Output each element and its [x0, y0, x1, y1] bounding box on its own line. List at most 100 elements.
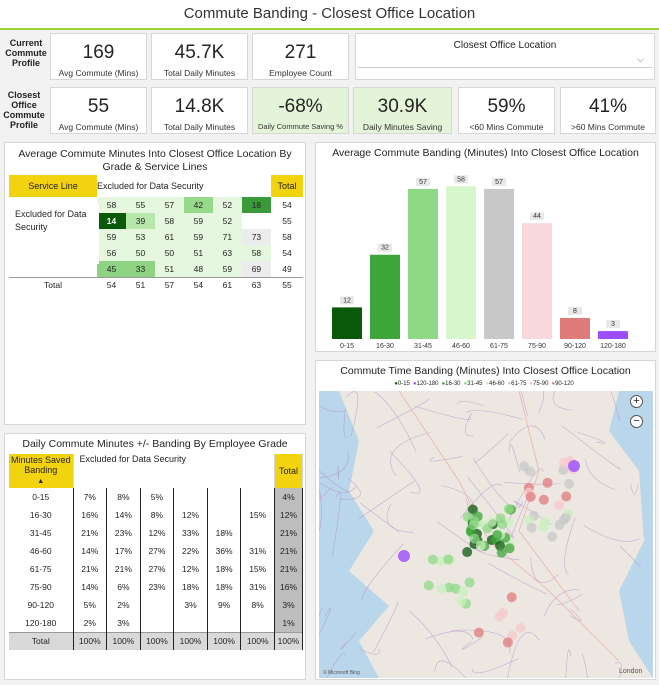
banding-cell: [240, 488, 275, 506]
map-point[interactable]: [506, 592, 517, 603]
card-value: 41%: [588, 96, 628, 117]
map-point[interactable]: [462, 547, 473, 558]
map-point[interactable]: [456, 596, 467, 607]
map-point[interactable]: [423, 580, 434, 591]
map-point[interactable]: [464, 577, 475, 588]
office-location-slicer[interactable]: Closest Office Location ⌵: [355, 33, 655, 80]
map-point[interactable]: [538, 522, 549, 533]
banding-cell: 33%: [173, 524, 208, 542]
legend-item[interactable]: ●46-60: [486, 381, 505, 387]
banding-cell: 12%: [140, 524, 175, 542]
map-point[interactable]: [560, 512, 571, 523]
map-point[interactable]: [525, 491, 536, 502]
bar-0-15[interactable]: [332, 307, 362, 339]
map-point[interactable]: [497, 608, 508, 619]
zoom-in-button[interactable]: +: [630, 395, 643, 408]
data-label: 58: [457, 176, 465, 183]
grade-cell: 42: [183, 197, 213, 213]
grade-row-total: 54: [282, 248, 292, 258]
banding-cell: 18%: [173, 578, 208, 596]
bar-46-60[interactable]: [446, 186, 476, 339]
band-label: 90-120: [9, 596, 74, 614]
map-point[interactable]: [427, 554, 438, 565]
map-point[interactable]: [502, 637, 513, 648]
map-point[interactable]: [473, 627, 484, 638]
col-header-total[interactable]: Total: [271, 175, 303, 197]
map-point[interactable]: [558, 457, 569, 468]
col-header-total[interactable]: Total: [274, 454, 303, 488]
map-point[interactable]: [475, 540, 486, 551]
band-label: 31-45: [9, 524, 74, 542]
banding-cell: 21%: [73, 560, 108, 578]
banding-cell: 31%: [240, 578, 275, 596]
map-point[interactable]: [542, 477, 553, 488]
legend-item[interactable]: ●0-15: [394, 381, 410, 387]
map-canvas[interactable]: London © Microsoft Bing + −: [319, 391, 653, 678]
banding-cell: 6%: [106, 578, 141, 596]
map-point[interactable]: [436, 583, 447, 594]
banding-cell: 14%: [106, 506, 141, 524]
bar-75-90[interactable]: [522, 223, 552, 339]
map-point[interactable]: [554, 499, 565, 510]
banding-row-total: 21%: [274, 542, 303, 560]
card-value: 55: [87, 96, 110, 117]
card-value: 45.7K: [174, 42, 225, 63]
banding-cell: 2%: [73, 614, 108, 632]
total-label: Total: [44, 280, 62, 291]
bar-31-45[interactable]: [408, 188, 438, 339]
legend-item[interactable]: ●16-30: [442, 381, 461, 387]
map-point[interactable]: [547, 531, 558, 542]
legend-item[interactable]: ●61-75: [507, 381, 526, 387]
legend-item[interactable]: ●75-90: [529, 381, 548, 387]
banding-row[interactable]: 46-60 14% 17% 27% 22% 36% 31% 21%: [9, 542, 303, 560]
grade-cell: 73: [241, 229, 271, 245]
banding-row[interactable]: 120-180 2% 3% 1%: [9, 614, 303, 632]
banding-row[interactable]: 31-45 21% 23% 12% 33% 18% 21%: [9, 524, 303, 542]
map-point[interactable]: [495, 513, 506, 524]
banding-cell: 15%: [240, 506, 275, 524]
bar-16-30[interactable]: [370, 254, 400, 339]
grade-cell: 57: [154, 197, 184, 213]
banding-table-panel: Daily Commute Minutes +/- Banding By Emp…: [4, 433, 306, 680]
grade-cell: 45: [97, 261, 126, 277]
slicer-title: Closest Office Location: [453, 40, 557, 51]
map-point[interactable]: [458, 586, 469, 597]
map-point[interactable]: [482, 523, 493, 534]
map-point[interactable]: [492, 530, 503, 541]
banding-total-cell: 100%: [173, 631, 208, 650]
banding-cell: [140, 614, 175, 632]
banding-row[interactable]: 90-120 5% 2% 3% 9% 8% 3%: [9, 596, 303, 614]
band-label: 120-180: [9, 614, 74, 632]
banding-row[interactable]: 0-15 7% 8% 5% 4%: [9, 488, 303, 506]
map-point[interactable]: [538, 494, 549, 505]
banding-row[interactable]: 75-90 14% 6% 23% 18% 18% 31% 16%: [9, 578, 303, 596]
legend-item[interactable]: ●90-120: [551, 381, 573, 387]
map-point[interactable]: [469, 516, 480, 527]
map-point[interactable]: [564, 478, 575, 489]
col-header-service-line[interactable]: Service Line: [9, 175, 97, 197]
legend-label: 16-30: [445, 381, 461, 387]
map-point[interactable]: [568, 460, 580, 472]
map-point[interactable]: [496, 547, 507, 558]
legend-item[interactable]: ●31-45: [464, 381, 483, 387]
banding-row[interactable]: 61-75 21% 21% 27% 12% 18% 15% 21%: [9, 560, 303, 578]
col-header-minutes-saved[interactable]: Minutes Saved Banding ▲: [9, 454, 74, 488]
bar-120-180[interactable]: [598, 331, 628, 339]
chevron-down-icon[interactable]: ⌵: [637, 54, 644, 65]
zoom-out-button[interactable]: −: [630, 415, 643, 428]
map-point[interactable]: [561, 491, 572, 502]
banding-row[interactable]: 16-30 16% 14% 8% 12% 15% 12%: [9, 506, 303, 524]
bar-61-75[interactable]: [484, 188, 514, 339]
map-point[interactable]: [515, 622, 526, 633]
legend-item[interactable]: ●120-180: [413, 381, 439, 387]
map-point[interactable]: [443, 554, 454, 565]
slicer-dropdown[interactable]: ⌵: [358, 54, 652, 68]
map-point[interactable]: [526, 522, 537, 533]
map-point[interactable]: [524, 466, 535, 477]
map-point[interactable]: [503, 504, 514, 515]
grade-matrix-panel: Average Commute Minutes Into Closest Off…: [4, 142, 306, 425]
banding-cell: 5%: [140, 488, 175, 506]
map-point[interactable]: [398, 550, 410, 562]
bar-90-120[interactable]: [560, 317, 590, 339]
banding-cell: [240, 614, 275, 632]
